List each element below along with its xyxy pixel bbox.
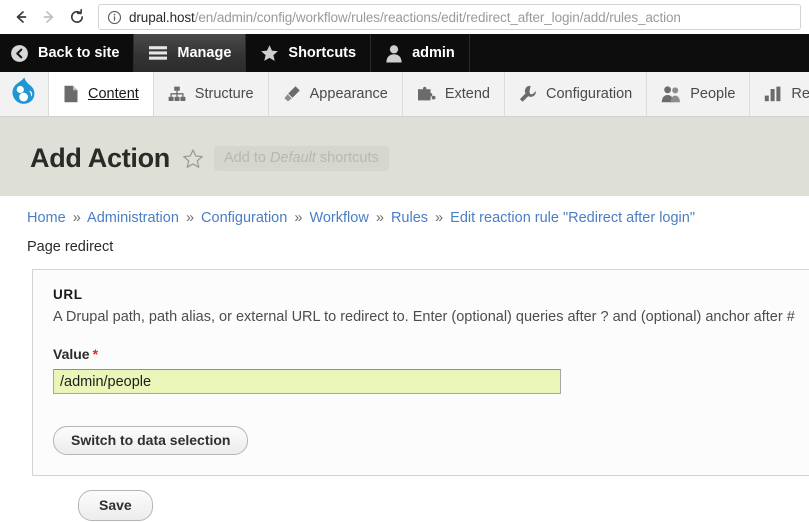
url-text: drupal.host/en/admin/config/workflow/rul… <box>129 10 681 25</box>
toolbar-label: Shortcuts <box>288 45 357 61</box>
hamburger-icon <box>148 45 168 61</box>
breadcrumb-item-administration[interactable]: Administration <box>87 210 179 226</box>
page-title-row: Add Action Add to Default shortcuts <box>30 143 809 174</box>
drupal-logo-button[interactable] <box>0 72 49 116</box>
drupal-logo-icon <box>9 76 39 113</box>
toolbar-label: Manage <box>177 45 232 61</box>
page-header: Add Action Add to Default shortcuts <box>0 117 809 196</box>
arrow-right-icon <box>40 8 58 26</box>
fieldset-description: A Drupal path, path alias, or external U… <box>53 309 795 325</box>
browser-toolbar: drupal.host/en/admin/config/workflow/rul… <box>0 0 809 34</box>
menu-item-label: Structure <box>194 86 254 102</box>
switch-to-data-selection-button[interactable]: Switch to data selection <box>53 426 249 455</box>
menu-item-label: Repo <box>791 86 809 102</box>
save-button[interactable]: Save <box>78 490 153 521</box>
paintbrush-icon <box>283 85 301 103</box>
drupal-admin-toolbar: Back to site Manage Shortcuts admin <box>0 34 809 72</box>
breadcrumb-separator: » <box>435 210 444 226</box>
menu-item-label: Configuration <box>546 86 633 102</box>
menu-item-reports[interactable]: Repo <box>750 72 809 116</box>
action-form: URL A Drupal path, path alias, or extern… <box>0 255 809 521</box>
browser-back-button[interactable] <box>8 4 34 30</box>
breadcrumb-separator: » <box>72 210 81 226</box>
value-field-block: Value* Switch to data selection <box>53 346 809 455</box>
reload-icon <box>68 8 86 26</box>
shortcut-suffix: shortcuts <box>315 150 379 166</box>
bar-chart-icon <box>764 86 782 102</box>
menu-item-label: People <box>690 86 736 102</box>
people-icon <box>661 85 681 103</box>
required-marker: * <box>92 346 99 362</box>
breadcrumb-item-edit-reaction-rule[interactable]: Edit reaction rule "Redirect after login… <box>450 210 695 226</box>
breadcrumb-item-home[interactable]: Home <box>27 210 66 226</box>
star-icon <box>260 44 279 63</box>
toolbar-label: Back to site <box>38 45 120 61</box>
page-title: Add Action <box>30 143 170 173</box>
add-to-shortcuts-tooltip: Add to Default shortcuts <box>213 146 389 171</box>
toolbar-label: admin <box>412 45 455 61</box>
breadcrumb-item-configuration[interactable]: Configuration <box>201 210 287 226</box>
form-actions: Save <box>32 476 809 521</box>
page-subtitle: Page redirect <box>27 239 114 255</box>
value-label-text: Value <box>53 346 90 362</box>
breadcrumb-item-rules[interactable]: Rules <box>391 210 428 226</box>
user-icon <box>385 44 403 63</box>
toolbar-item-admin-user[interactable]: admin <box>371 34 470 72</box>
drupal-admin-menu: Content Structure Appearance Extend Conf… <box>0 72 809 117</box>
value-input[interactable] <box>53 369 561 394</box>
menu-item-label: Content <box>88 86 139 102</box>
toolbar-item-back-to-site[interactable]: Back to site <box>0 34 135 72</box>
star-outline-icon[interactable] <box>182 148 204 170</box>
toolbar-item-manage[interactable]: Manage <box>134 34 247 72</box>
browser-reload-button[interactable] <box>64 4 90 30</box>
menu-item-appearance[interactable]: Appearance <box>268 72 403 116</box>
back-circle-icon <box>10 44 29 63</box>
breadcrumb-separator: » <box>294 210 303 226</box>
wrench-icon <box>519 85 537 103</box>
breadcrumb-separator: » <box>185 210 195 226</box>
fieldset-legend: URL <box>53 287 83 302</box>
url-bar[interactable]: drupal.host/en/admin/config/workflow/rul… <box>98 4 801 30</box>
page-icon <box>63 85 79 103</box>
puzzle-icon <box>417 86 436 103</box>
browser-forward-button[interactable] <box>36 4 62 30</box>
shortcut-prefix: Add to <box>223 150 270 166</box>
info-circle-icon[interactable] <box>107 10 122 25</box>
url-path: /en/admin/config/workflow/rules/reaction… <box>194 9 681 25</box>
breadcrumb-separator: » <box>375 210 384 226</box>
url-domain: drupal.host <box>129 9 195 25</box>
menu-item-content[interactable]: Content <box>49 72 154 116</box>
menu-item-extend[interactable]: Extend <box>402 72 505 116</box>
arrow-left-icon <box>12 8 30 26</box>
shortcut-set-name: Default <box>269 150 316 166</box>
breadcrumb: Home » Administration » Configuration » … <box>27 210 809 226</box>
breadcrumb-area: Home » Administration » Configuration » … <box>0 196 809 255</box>
menu-item-configuration[interactable]: Configuration <box>505 72 648 116</box>
menu-item-people[interactable]: People <box>647 72 751 116</box>
menu-item-label: Appearance <box>309 86 388 102</box>
breadcrumb-item-workflow[interactable]: Workflow <box>309 210 368 226</box>
value-field-label: Value * <box>53 346 809 362</box>
menu-item-label: Extend <box>444 86 490 102</box>
url-fieldset: URL A Drupal path, path alias, or extern… <box>32 269 809 476</box>
menu-item-structure[interactable]: Structure <box>153 72 269 116</box>
sitemap-icon <box>168 86 186 102</box>
toolbar-item-shortcuts[interactable]: Shortcuts <box>246 34 372 72</box>
